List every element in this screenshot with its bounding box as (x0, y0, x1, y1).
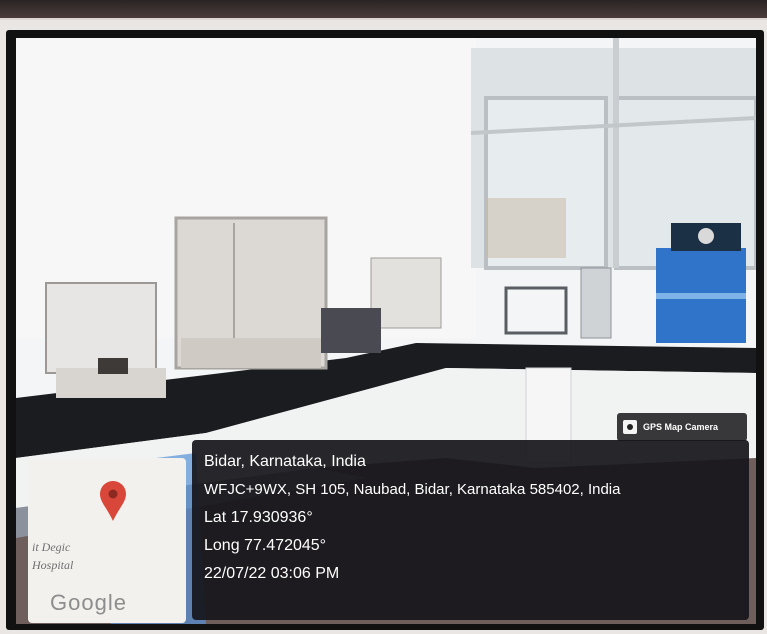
map-thumbnail: it Degic Hospital Google (28, 458, 186, 623)
map-place-label: it Degic Hospital (32, 538, 73, 574)
location-datetime: 22/07/22 03:06 PM (204, 565, 340, 582)
google-logo: Google (50, 590, 127, 615)
location-address: WFJC+9WX, SH 105, Naubad, Bidar, Karnata… (204, 481, 621, 498)
map-place-label-line-2: Hospital (32, 558, 74, 572)
map-place-label-line-1: it Degic (32, 540, 71, 554)
gps-badge-label: GPS Map Camera (643, 422, 719, 432)
lab-photo: GPS Map Camera it Degic Hospital Google … (16, 38, 756, 624)
location-city: Bidar, Karnataka, India (204, 453, 366, 470)
map-pin-icon (100, 481, 126, 521)
photo-frame: GPS Map Camera it Degic Hospital Google … (6, 30, 764, 630)
location-latitude: Lat 17.930936° (204, 509, 313, 526)
gps-map-camera-badge: GPS Map Camera (617, 413, 747, 441)
camera-icon (623, 420, 637, 434)
location-longitude: Long 77.472045° (204, 537, 327, 554)
location-info-box: Bidar, Karnataka, India WFJC+9WX, SH 105… (192, 440, 749, 620)
previous-photo-strip (0, 0, 767, 20)
